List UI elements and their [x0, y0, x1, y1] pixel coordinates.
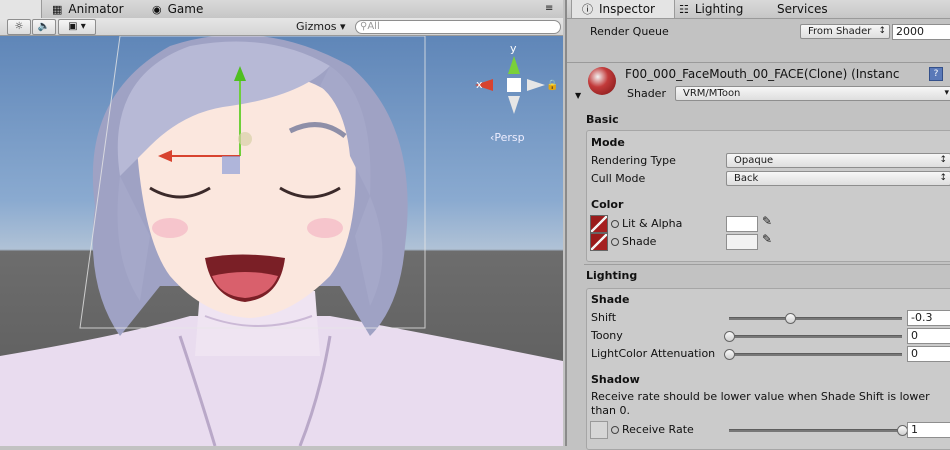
receive-rate-field[interactable]: 1 — [907, 422, 950, 438]
shade-texture-slot[interactable] — [590, 233, 608, 251]
toony-value-field[interactable]: 0 — [907, 328, 950, 344]
light-color-attenuation-field[interactable]: 0 — [907, 346, 950, 362]
shift-slider[interactable] — [729, 317, 902, 320]
shader-label: Shader — [627, 87, 666, 100]
tab-menu-icon[interactable]: ≡ — [545, 0, 553, 18]
foldout-arrow-icon[interactable]: ▼ — [575, 91, 581, 100]
shift-slider-thumb[interactable] — [784, 313, 796, 324]
scene-toolbar: ☼ 🔈 ▣ ▾ Gizmos ▾ ⚲All — [0, 18, 563, 36]
tab-animator[interactable]: ▦ Animator — [52, 0, 124, 18]
target-icon[interactable] — [611, 220, 619, 228]
lighting-section-title: Lighting — [586, 269, 638, 282]
cull-mode-label: Cull Mode — [591, 172, 646, 185]
render-queue-label: Render Queue — [590, 25, 669, 38]
tab-game[interactable]: ◉ Game — [152, 0, 203, 18]
gizmos-dropdown[interactable]: Gizmos ▾ — [296, 18, 346, 35]
lighting-section-box: Shade Shift -0.3 Toony 0 LightColor Atte… — [586, 288, 950, 450]
shade-title: Shade — [591, 293, 630, 306]
scene-viewport[interactable]: y x 🔒 ‹Persp — [0, 36, 563, 446]
lit-texture-slot[interactable] — [590, 215, 608, 233]
lock-icon[interactable]: 🔒 — [546, 80, 558, 91]
light-color-attenuation-label: LightColor Attenuation — [591, 347, 716, 360]
material-preview-sphere — [588, 67, 616, 95]
animator-icon: ▦ — [52, 3, 63, 16]
shadow-help-text: Receive rate should be lower value when … — [591, 390, 930, 417]
receive-rate-slider[interactable] — [729, 429, 902, 432]
target-icon[interactable] — [611, 238, 619, 246]
light-color-attenuation-thumb[interactable] — [724, 349, 735, 360]
basic-section-box: Mode Rendering Type Opaque ↕ Cull Mode Ba… — [586, 130, 950, 262]
material-name: F00_000_FaceMouth_00_FACE(Clone) (Instan… — [625, 67, 900, 81]
tab-lighting[interactable]: ☷ Lighting — [679, 0, 743, 18]
render-queue-value-field[interactable]: 2000 — [892, 24, 950, 40]
inspector-panel: ⓘ Inspector ☷ Lighting Services Render Que… — [565, 0, 950, 450]
shift-label: Shift — [591, 311, 617, 324]
speaker-icon[interactable]: 🔈 — [32, 19, 56, 35]
eyedropper-icon[interactable]: ✎ — [762, 232, 772, 246]
tab-services[interactable]: Services — [777, 0, 828, 18]
axis-y-label: y — [510, 42, 517, 55]
shift-value-field[interactable]: -0.3 — [907, 310, 950, 326]
projection-label[interactable]: ‹Persp — [490, 131, 525, 144]
basic-section-title: Basic — [586, 113, 619, 126]
lit-alpha-label: Lit & Alpha — [611, 217, 682, 230]
rendering-type-label: Rendering Type — [591, 154, 676, 167]
shade-label: Shade — [611, 235, 656, 248]
info-icon: ⓘ — [582, 3, 593, 16]
tab-inspector[interactable]: ⓘ Inspector — [571, 0, 675, 18]
updown-icon: ↕ — [878, 26, 886, 36]
cull-mode-dropdown[interactable]: Back ↕ — [726, 171, 950, 186]
receive-texture-slot[interactable] — [590, 421, 608, 439]
character-illustration — [0, 36, 563, 446]
image-icon[interactable]: ▣ ▾ — [58, 19, 96, 35]
toony-label: Toony — [591, 329, 623, 342]
light-color-attenuation-slider[interactable] — [729, 353, 902, 356]
material-header: F00_000_FaceMouth_00_FACE(Clone) (Instan… — [567, 63, 950, 103]
scene-tab-bar: ▦ Animator ◉ Game ≡ — [0, 0, 563, 19]
divider — [584, 264, 950, 265]
inspector-tab-bar: ⓘ Inspector ☷ Lighting Services — [567, 0, 950, 19]
game-icon: ◉ — [152, 3, 162, 16]
sun-icon[interactable]: ☼ — [7, 19, 31, 35]
target-icon[interactable] — [611, 426, 619, 434]
updown-icon: ↕ — [939, 155, 947, 165]
color-title: Color — [591, 198, 624, 211]
render-queue-row: Render Queue From Shader ↕ 2000 — [567, 20, 950, 62]
toony-slider-thumb[interactable] — [724, 331, 735, 342]
tab-scene[interactable] — [0, 0, 42, 18]
mode-title: Mode — [591, 136, 625, 149]
lit-color-swatch[interactable] — [726, 216, 758, 232]
shade-color-swatch[interactable] — [726, 234, 758, 250]
scene-search-input[interactable]: ⚲All — [355, 20, 561, 34]
help-icon[interactable]: ? — [929, 67, 943, 81]
eyedropper-icon[interactable]: ✎ — [762, 214, 772, 228]
shadow-title: Shadow — [591, 373, 640, 386]
render-queue-mode-dropdown[interactable]: From Shader ↕ — [800, 24, 890, 39]
updown-icon: ↕ — [939, 173, 947, 183]
lighting-icon: ☷ — [679, 3, 689, 16]
scene-view-panel: ▦ Animator ◉ Game ≡ ☼ 🔈 ▣ ▾ Gizmos ▾ ⚲All — [0, 0, 563, 446]
shader-dropdown[interactable]: VRM/MToon ▾ — [675, 86, 950, 101]
receive-rate-label: Receive Rate — [611, 423, 694, 436]
toony-slider[interactable] — [729, 335, 902, 338]
rendering-type-dropdown[interactable]: Opaque ↕ — [726, 153, 950, 168]
chevron-down-icon: ▾ — [944, 88, 949, 98]
axis-x-label: x — [476, 78, 483, 91]
